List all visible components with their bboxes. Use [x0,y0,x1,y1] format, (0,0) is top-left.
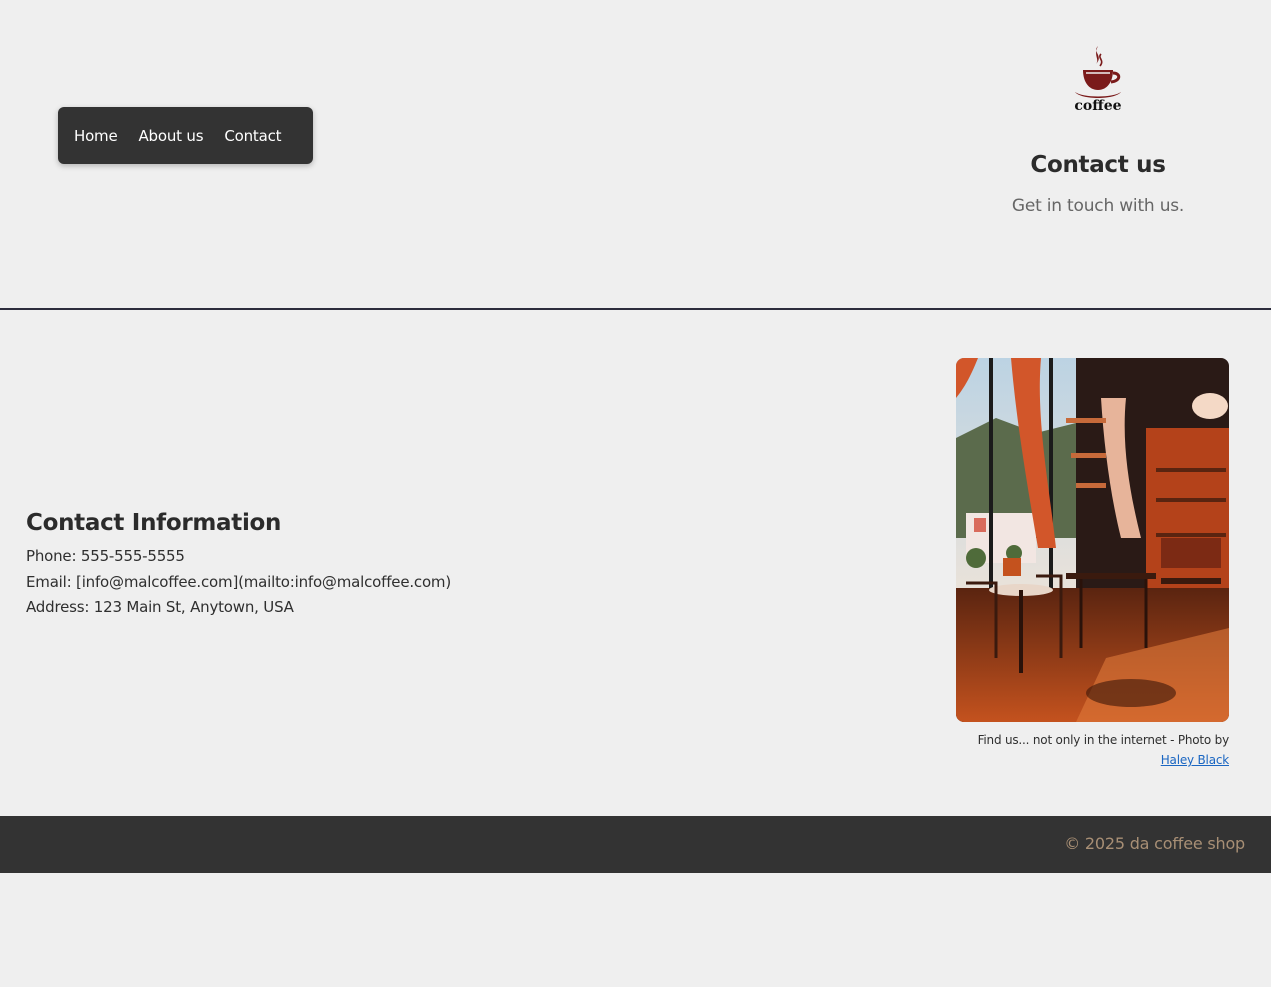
contact-address: Address: 123 Main St, Anytown, USA [26,598,294,616]
photo-credit-link[interactable]: Haley Black [1161,753,1229,767]
brand-block: coffee Contact us Get in touch with us. [990,40,1206,240]
contact-email: Email: [info@malcoffee.com](mailto:info@… [26,572,451,591]
contact-info-section: Contact Information Phone: 555-555-5555 … [26,510,626,621]
coffee-shop-photo [956,358,1229,722]
site-header: Home About us Contact coffee Contact us … [0,0,1271,309]
header-divider [0,308,1271,310]
contact-info-heading: Contact Information [26,510,282,536]
page: Home About us Contact coffee Contact us … [0,0,1271,987]
site-footer: © 2025 da coffee shop [0,816,1271,873]
logo-wordmark: coffee [1074,98,1121,114]
contact-phone: Phone: 555-555-5555 [26,547,185,565]
photo-caption-text: Find us... not only in the internet - Ph… [977,733,1230,747]
shop-photo-figure: Find us... not only in the internet - Ph… [956,358,1229,770]
nav-home-link[interactable]: Home [74,127,118,145]
main-nav: Home About us Contact [58,107,313,164]
page-title: Contact us [1030,152,1166,178]
photo-caption: Find us... not only in the internet - Ph… [956,730,1230,770]
nav-about-link[interactable]: About us [139,127,204,145]
page-subtitle: Get in touch with us. [1011,196,1185,216]
nav-contact-link[interactable]: Contact [224,127,281,145]
coffee-cup-icon: coffee [1074,46,1122,114]
copyright-text: © 2025 da coffee shop [1064,834,1245,853]
